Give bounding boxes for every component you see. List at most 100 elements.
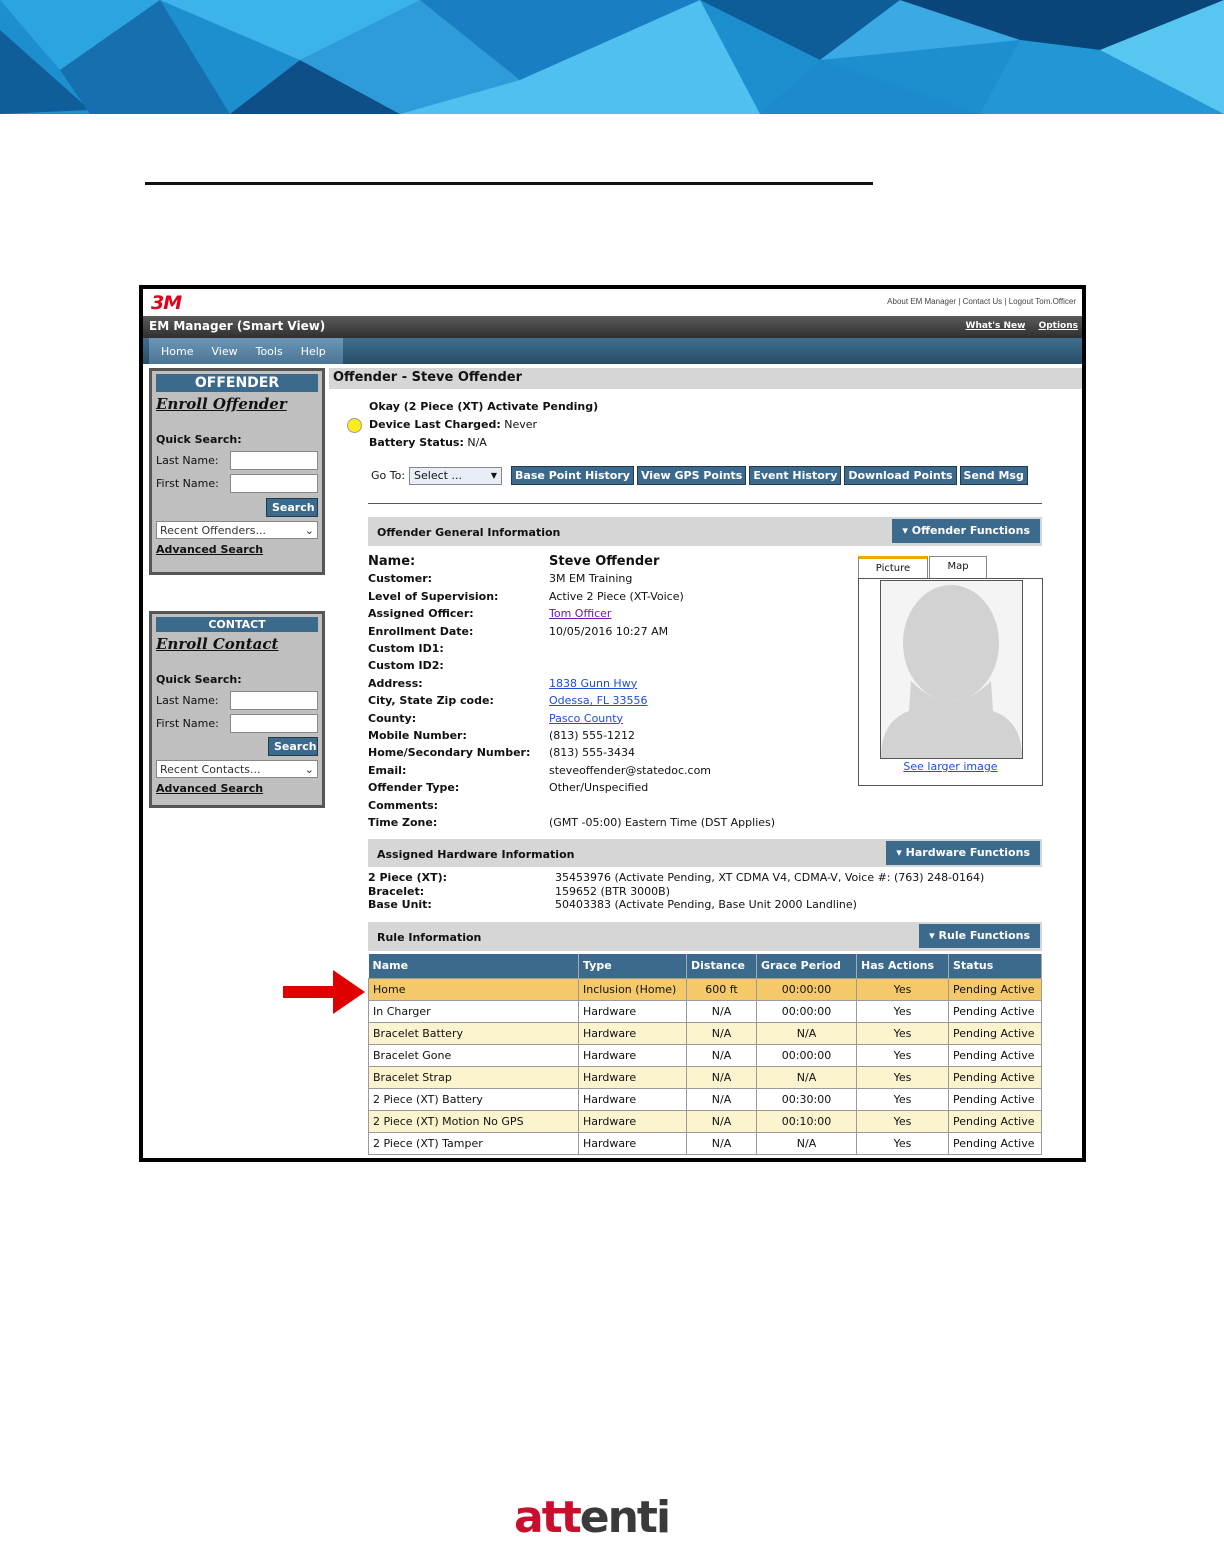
cell-has-actions: Yes	[856, 1021, 949, 1045]
view-gps-points-button[interactable]: View GPS Points	[636, 466, 747, 485]
battery-status-value: N/A	[467, 436, 487, 449]
recent-offenders-select[interactable]: Recent Offenders... ⌄	[156, 521, 318, 539]
address-link[interactable]: 1838 Gunn Hwy	[549, 677, 637, 690]
hardware-functions-label: Hardware Functions	[905, 846, 1030, 859]
field-value: (813) 555-1212	[549, 729, 636, 743]
recent-contacts-value: Recent Contacts...	[160, 762, 261, 776]
column-header-grace-period[interactable]: Grace Period	[756, 954, 857, 978]
column-header-status[interactable]: Status	[948, 954, 1042, 978]
tab-picture[interactable]: Picture	[858, 556, 928, 578]
field-label: County:	[368, 711, 417, 725]
field-label: City, State Zip code:	[368, 694, 494, 708]
caret-down-icon: ▾	[896, 846, 906, 859]
whats-new-link[interactable]: What's New	[966, 321, 1026, 331]
column-header-has-actions[interactable]: Has Actions	[856, 954, 949, 978]
hardware-value: 50403383 (Activate Pending, Base Unit 20…	[555, 898, 857, 911]
hardware-row: 2 Piece (XT): 35453976 (Activate Pending,…	[368, 871, 984, 885]
field-value-empty	[549, 657, 849, 674]
cell-has-actions: Yes	[856, 977, 949, 1001]
cell-type: Hardware	[578, 1087, 687, 1111]
offender-last-name-input[interactable]	[230, 451, 318, 470]
field-value: Active 2 Piece (XT-Voice)	[549, 589, 684, 603]
field-label: Enrollment Date:	[368, 624, 474, 638]
hardware-functions-button[interactable]: ▾ Hardware Functions	[886, 841, 1040, 865]
top-links[interactable]: About EM Manager | Contact Us | Logout T…	[887, 297, 1076, 306]
tab-map[interactable]: Map	[929, 556, 987, 578]
field-label: Name:	[368, 554, 416, 569]
field-value-empty	[549, 797, 849, 814]
offender-first-name-input[interactable]	[230, 474, 318, 493]
field-value: Other/Unspecified	[549, 781, 649, 795]
device-status: Okay (2 Piece (XT) Activate Pending) Dev…	[347, 398, 598, 452]
field-label: Email:	[368, 763, 407, 777]
hardware-list: 2 Piece (XT): 35453976 (Activate Pending,…	[368, 871, 984, 912]
rule-functions-label: Rule Functions	[938, 929, 1030, 942]
offender-search-button[interactable]: Search	[266, 498, 318, 517]
cell-distance: 600 ft	[686, 977, 757, 1001]
menu-home[interactable]: Home	[149, 338, 199, 364]
download-points-button[interactable]: Download Points	[844, 466, 957, 485]
contact-last-name-label: Last Name:	[156, 694, 219, 707]
assigned-officer-link[interactable]: Tom Officer	[549, 607, 611, 620]
contact-search-button[interactable]: Search	[268, 737, 318, 756]
offender-last-name-row: Last Name:	[156, 449, 318, 472]
contact-first-name-row: First Name:	[156, 712, 318, 735]
table-row[interactable]: 2 Piece (XT) Battery Hardware N/A 00:30:00 Y…	[368, 1087, 1042, 1111]
menu-tools[interactable]: Tools	[244, 338, 289, 364]
table-row[interactable]: In Charger Hardware N/A 00:00:00 Yes Pending …	[368, 999, 1042, 1023]
send-msg-button[interactable]: Send Msg	[959, 466, 1028, 485]
red-arrow-icon	[283, 970, 365, 1014]
cell-status: Pending Active	[948, 999, 1042, 1023]
field-value: steveoffender@statedoc.com	[549, 763, 712, 777]
attenti-logo: attenti	[514, 1492, 671, 1543]
column-header-distance[interactable]: Distance	[686, 954, 757, 978]
enroll-contact-link[interactable]: Enroll Contact	[156, 635, 318, 653]
table-row[interactable]: 2 Piece (XT) Motion No GPS Hardware N/A 00:…	[368, 1109, 1042, 1133]
rules-table: Name Type Distance Grace Period Has Acti…	[368, 954, 1042, 1155]
field-labels: Name: Customer: Level of Supervision: As…	[368, 553, 548, 832]
field-label: Home/Secondary Number:	[368, 746, 531, 760]
menu-view[interactable]: View	[199, 338, 243, 364]
menu-bar: Home View Tools Help	[143, 338, 1082, 364]
table-row[interactable]: 2 Piece (XT) Tamper Hardware N/A N/A Yes Pend…	[368, 1131, 1042, 1155]
offender-functions-button[interactable]: ▾ Offender Functions	[892, 519, 1040, 543]
enroll-offender-link[interactable]: Enroll Offender	[156, 395, 318, 413]
offender-panel-header: OFFENDER	[156, 374, 318, 392]
hardware-info-header: Assigned Hardware Information ▾ Hardware…	[368, 839, 1042, 867]
contact-first-name-input[interactable]	[230, 714, 318, 733]
table-row[interactable]: Bracelet Gone Hardware N/A 00:00:00 Yes Pendi…	[368, 1043, 1042, 1067]
base-point-history-button[interactable]: Base Point History	[511, 466, 634, 485]
goto-select[interactable]: Select ... ▼	[409, 466, 503, 485]
cell-status: Pending Active	[948, 1021, 1042, 1045]
see-larger-image-link[interactable]: See larger image	[903, 760, 997, 773]
offender-advanced-search-link[interactable]: Advanced Search	[156, 543, 318, 556]
menu-help[interactable]: Help	[289, 338, 332, 364]
cell-type: Hardware	[578, 999, 687, 1023]
recent-contacts-select[interactable]: Recent Contacts... ⌄	[156, 760, 318, 778]
field-value-empty	[549, 640, 849, 657]
battery-status-label: Battery Status:	[369, 436, 464, 449]
goto-toolbar: Go To: Select ... ▼ Base Point History Vi…	[371, 466, 1031, 485]
contact-last-name-row: Last Name:	[156, 689, 318, 712]
column-header-name[interactable]: Name	[368, 954, 579, 978]
main-content: Offender - Steve Offender Okay (2 Piece …	[329, 368, 1082, 1155]
offender-functions-label: Offender Functions	[911, 524, 1030, 537]
rule-functions-button[interactable]: ▾ Rule Functions	[919, 924, 1040, 948]
table-row[interactable]: Home Inclusion (Home) 600 ft 00:00:00 Yes Pen…	[368, 977, 1042, 1001]
county-link[interactable]: Pasco County	[549, 712, 623, 725]
cell-status: Pending Active	[948, 1109, 1042, 1133]
field-label: Offender Type:	[368, 781, 460, 795]
hardware-value: 159652 (BTR 3000B)	[555, 884, 671, 898]
cell-type: Hardware	[578, 1021, 687, 1045]
event-history-button[interactable]: Event History	[749, 466, 842, 485]
city-state-zip-link[interactable]: Odessa, FL 33556	[549, 694, 648, 707]
table-row[interactable]: Bracelet Battery Hardware N/A N/A Yes Pending…	[368, 1021, 1042, 1045]
cell-status: Pending Active	[948, 1043, 1042, 1067]
column-header-type[interactable]: Type	[578, 954, 687, 978]
contact-last-name-input[interactable]	[230, 691, 318, 710]
table-row[interactable]: Bracelet Strap Hardware N/A N/A Yes Pending A…	[368, 1065, 1042, 1089]
field-value: 10/05/2016 10:27 AM	[549, 624, 669, 638]
chevron-down-icon: ⌄	[304, 523, 314, 537]
contact-advanced-search-link[interactable]: Advanced Search	[156, 782, 318, 795]
options-link[interactable]: Options	[1039, 321, 1078, 331]
